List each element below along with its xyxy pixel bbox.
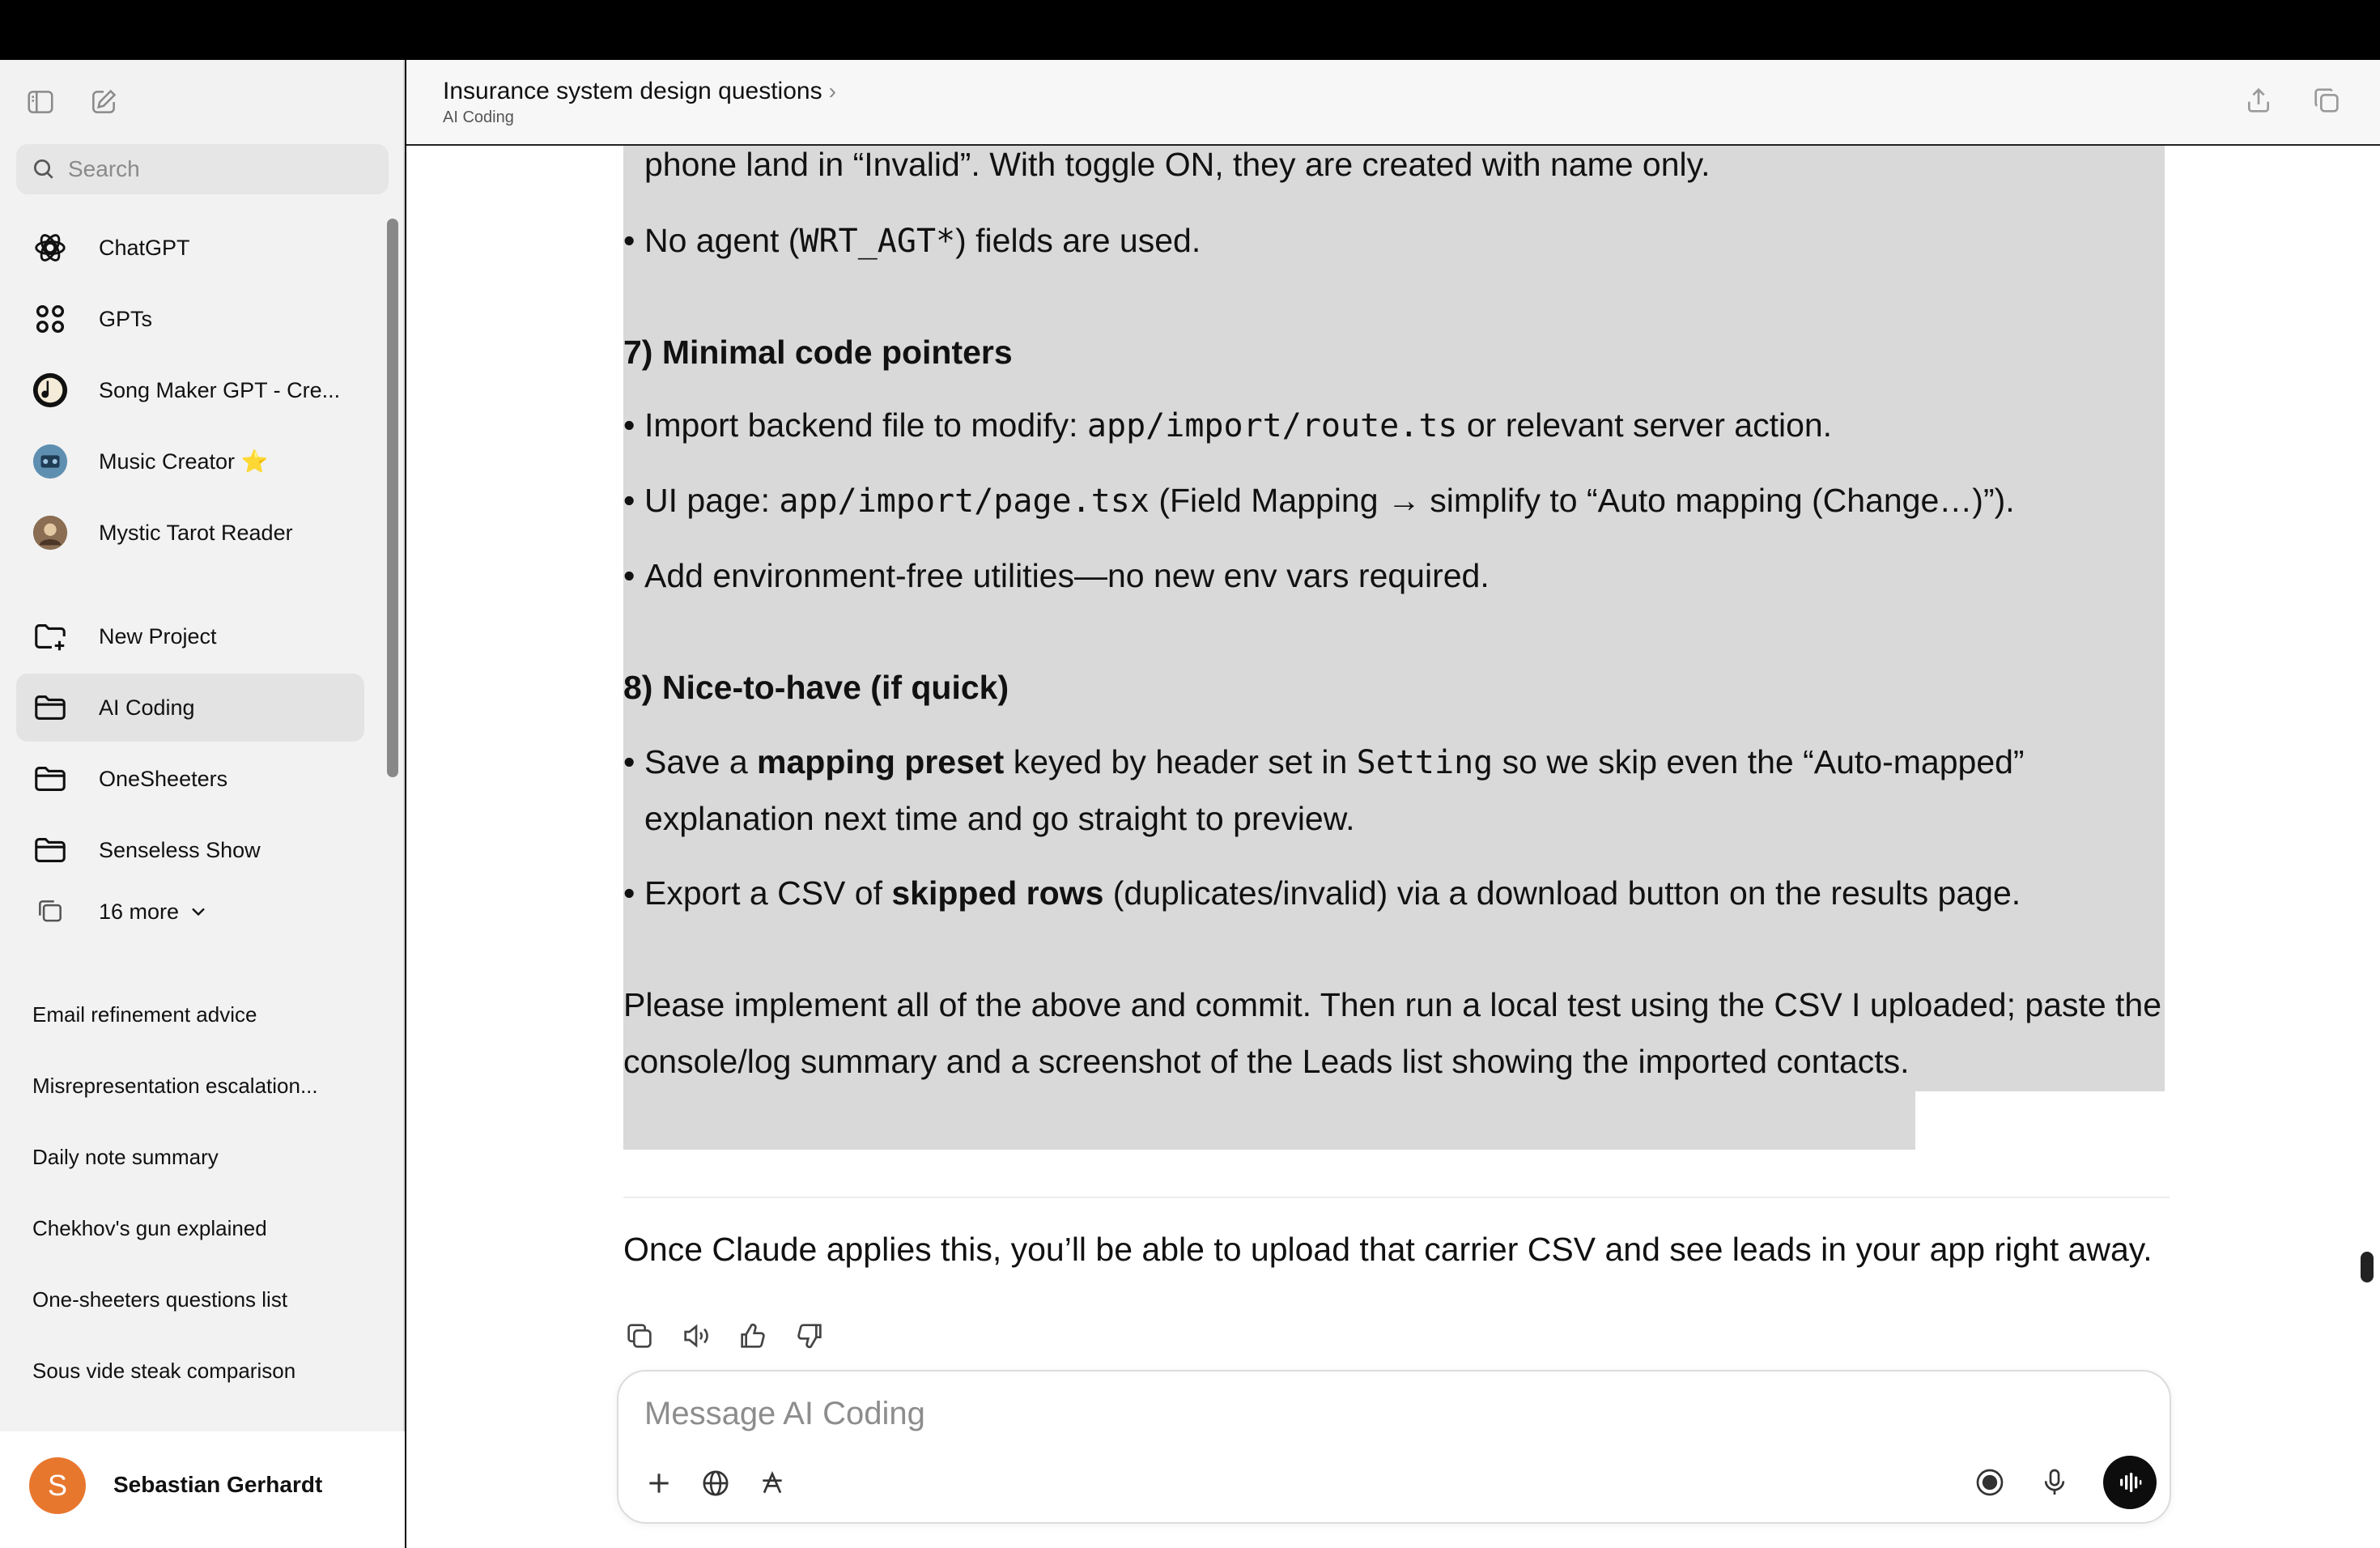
sidebar-item-label: OneSheeters [99,766,228,791]
chat-item[interactable]: Misrepresentation escalation... [32,1074,318,1099]
chat-item[interactable]: Daily note summary [32,1145,219,1170]
music-creator-avatar [29,440,71,483]
sidebar-item-label: Song Maker GPT - Cre... [99,377,341,402]
user-account[interactable]: S Sebastian Gerhardt [0,1431,405,1548]
sidebar-item-label: AI Coding [99,695,195,720]
divider [623,1197,2170,1198]
thumbs-down-icon[interactable] [793,1320,826,1352]
stacked-folders-icon [29,891,71,933]
section-heading: 8) Nice-to-have (if quick) [623,669,1009,706]
chevron-right-icon: › [828,79,836,104]
message-paragraph: Please implement all of the above and co… [623,986,2162,1023]
globe-icon[interactable] [699,1467,732,1499]
list-item: • Import backend file to modify: app/impo… [623,406,1833,444]
sidebar-item-chatgpt[interactable]: ChatGPT [16,214,364,282]
composer-tools [643,1467,788,1499]
sidebar-item-gpts[interactable]: GPTs [16,285,364,353]
text-selection-highlight [623,146,2165,1091]
sidebar-item-label: Music Creator ⭐ [99,449,269,474]
search-icon [34,159,53,179]
list-item: • Save a mapping preset keyed by header s… [623,743,2025,781]
sidebar-item-label: New Project [99,623,217,649]
share-icon[interactable] [2242,84,2275,117]
sidebar-item-mystic-tarot[interactable]: Mystic Tarot Reader [16,499,364,567]
sidebar-toolbar [24,86,120,121]
tools-icon[interactable] [756,1467,788,1499]
list-item: • Add environment-free utilities—no new e… [623,557,1490,594]
list-item: • Export a CSV of skipped rows (duplicate… [623,874,2021,912]
new-window-icon[interactable] [2310,84,2343,117]
sidebar-item-label: GPTs [99,306,153,331]
message-text: phone land in “Invalid”. With toggle ON,… [644,146,1711,183]
sidebar-item-label: Senseless Show [99,837,261,862]
sidebar-item-new-project[interactable]: New Project [16,602,364,670]
sidebar-item-label: Mystic Tarot Reader [99,520,293,545]
main-scrollbar[interactable] [2361,1252,2374,1282]
composer-actions [1974,1456,2157,1509]
sidebar-item-label: ChatGPT [99,235,190,260]
search-input[interactable]: Search [16,144,389,194]
chat-item[interactable]: Sous vide steak comparison [32,1359,295,1384]
voice-waveform-icon [2120,1473,2142,1492]
chevron-down-icon [192,908,205,916]
chat-item[interactable]: Chekhov's gun explained [32,1216,267,1241]
page-title[interactable]: Insurance system design questions › [443,78,836,105]
system-menubar [0,0,2380,60]
text-selection-highlight [623,1091,1915,1150]
folder-icon [29,687,71,729]
copy-icon[interactable] [623,1320,656,1352]
openai-logo-icon [29,227,71,269]
song-maker-avatar [29,369,71,411]
thumbs-up-icon[interactable] [737,1320,769,1352]
chat-header: Insurance system design questions › AI C… [406,60,2380,146]
new-folder-icon [29,615,71,657]
sidebar-item-song-maker[interactable]: Song Maker GPT - Cre... [16,356,364,424]
sidebar-item-ai-coding[interactable]: AI Coding [16,674,364,742]
chat-main: Insurance system design questions › AI C… [406,60,2380,1548]
more-label: 16 more [99,899,180,924]
list-item: • UI page: app/import/page.tsx (Field Map… [623,482,2015,520]
conversation-title: Insurance system design questions [443,78,822,104]
list-item-continuation: explanation next time and go straight to… [644,800,1355,837]
message-input[interactable]: Message AI Coding [644,1396,925,1432]
sidebar-item-onesheeters[interactable]: OneSheeters [16,745,364,813]
record-icon[interactable] [1974,1466,2006,1499]
folder-icon [29,829,71,871]
message-paragraph: Once Claude applies this, you’ll be able… [623,1231,2153,1268]
toggle-sidebar-icon[interactable] [24,86,57,118]
avatar: S [29,1457,86,1514]
microphone-icon[interactable] [2038,1466,2071,1499]
list-item: • No agent (WRT_AGT*) fields are used. [623,222,1201,260]
search-placeholder: Search [68,156,140,181]
section-heading: 7) Minimal code pointers [623,334,1013,371]
chat-item[interactable]: One-sheeters questions list [32,1287,287,1312]
tarot-avatar [29,512,71,554]
grid-icon [29,298,71,340]
message-paragraph: console/log summary and a screenshot of … [623,1043,1910,1080]
sidebar-scrollbar[interactable] [387,219,398,777]
new-chat-icon[interactable] [87,86,120,118]
sidebar-item-music-creator[interactable]: Music Creator ⭐ [16,427,364,495]
voice-mode-button[interactable] [2103,1456,2157,1509]
message-actions [623,1320,826,1352]
folder-icon [29,758,71,800]
plus-icon[interactable] [643,1467,675,1499]
sidebar-more-projects[interactable]: 16 more [16,881,364,942]
sidebar: Search ChatGPT GPTs Song Maker GPT - Cre… [0,60,405,1548]
user-name: Sebastian Gerhardt [113,1472,323,1497]
sidebar-item-senseless-show[interactable]: Senseless Show [16,816,364,884]
message-composer[interactable]: Message AI Coding [617,1370,2171,1524]
project-breadcrumb[interactable]: AI Coding [443,108,514,127]
chat-item[interactable]: Email refinement advice [32,1002,257,1027]
read-aloud-icon[interactable] [680,1320,712,1352]
